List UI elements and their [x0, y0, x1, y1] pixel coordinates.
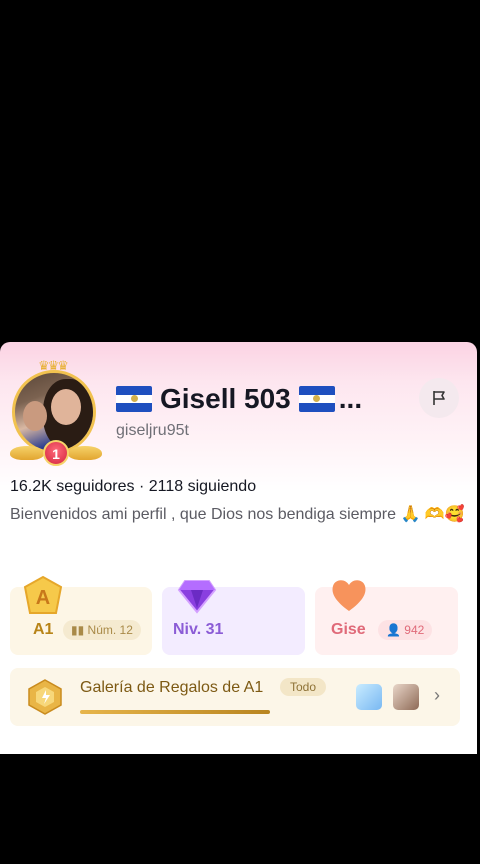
display-name: Gisell 503 — [160, 383, 291, 414]
fan-club-rank-chip: ▮▮ Núm. 12 — [63, 620, 141, 640]
subscriber-label: Gise — [331, 621, 366, 638]
gift-thumbnail-icon — [393, 684, 419, 710]
display-name-row: Gisell 503 ... — [116, 382, 362, 416]
diamond-level-icon — [177, 580, 217, 614]
gallery-progress-bar — [80, 710, 270, 714]
report-button[interactable] — [419, 378, 459, 418]
fan-club-tile[interactable]: A A1 ▮▮ Núm. 12 — [10, 575, 152, 655]
subscriber-count-chip: 👤 942 — [378, 620, 433, 640]
gift-gallery-icon — [28, 679, 62, 715]
username: giseljru95t — [116, 422, 189, 439]
profile-card: ♛♛♛ 1 Gisell 503 ... giseljru95t 16.2K s… — [0, 342, 477, 754]
level-label: Niv. 31 — [173, 621, 224, 638]
heart-icon — [332, 580, 366, 611]
flag-icon — [433, 391, 445, 405]
badge-tiles: A A1 ▮▮ Núm. 12 Niv. 31 Gise 👤 942 — [10, 575, 460, 655]
rank-wings-icon: 1 — [10, 440, 102, 466]
fan-club-label: A1 — [33, 621, 54, 638]
fan-club-badge-icon: A — [23, 575, 63, 614]
avatar[interactable]: ♛♛♛ 1 — [10, 358, 102, 466]
svg-text:A: A — [36, 587, 50, 609]
subscriber-tile[interactable]: Gise 👤 942 — [315, 580, 458, 655]
flag-el-salvador-icon — [298, 386, 335, 412]
chevron-right-icon: › — [434, 685, 440, 705]
person-icon: 👤 — [386, 623, 405, 637]
level-tile[interactable]: Niv. 31 — [162, 580, 305, 655]
gift-gallery-title: Galería de Regalos de A1 — [80, 679, 264, 696]
follow-stats[interactable]: 16.2K seguidores · 2118 siguiendo — [10, 478, 256, 496]
bio: Bienvenidos ami perfil , que Dios nos be… — [10, 506, 465, 523]
rank-badge: 1 — [43, 440, 69, 466]
todo-badge: Todo — [280, 678, 327, 696]
flag-el-salvador-icon — [116, 386, 152, 412]
gift-thumbnail-icon — [356, 684, 382, 710]
bar-chart-icon: ▮▮ — [71, 623, 88, 637]
name-ellipsis: ... — [338, 383, 363, 414]
gift-gallery-row[interactable]: Galería de Regalos de A1 Todo › — [10, 668, 460, 726]
